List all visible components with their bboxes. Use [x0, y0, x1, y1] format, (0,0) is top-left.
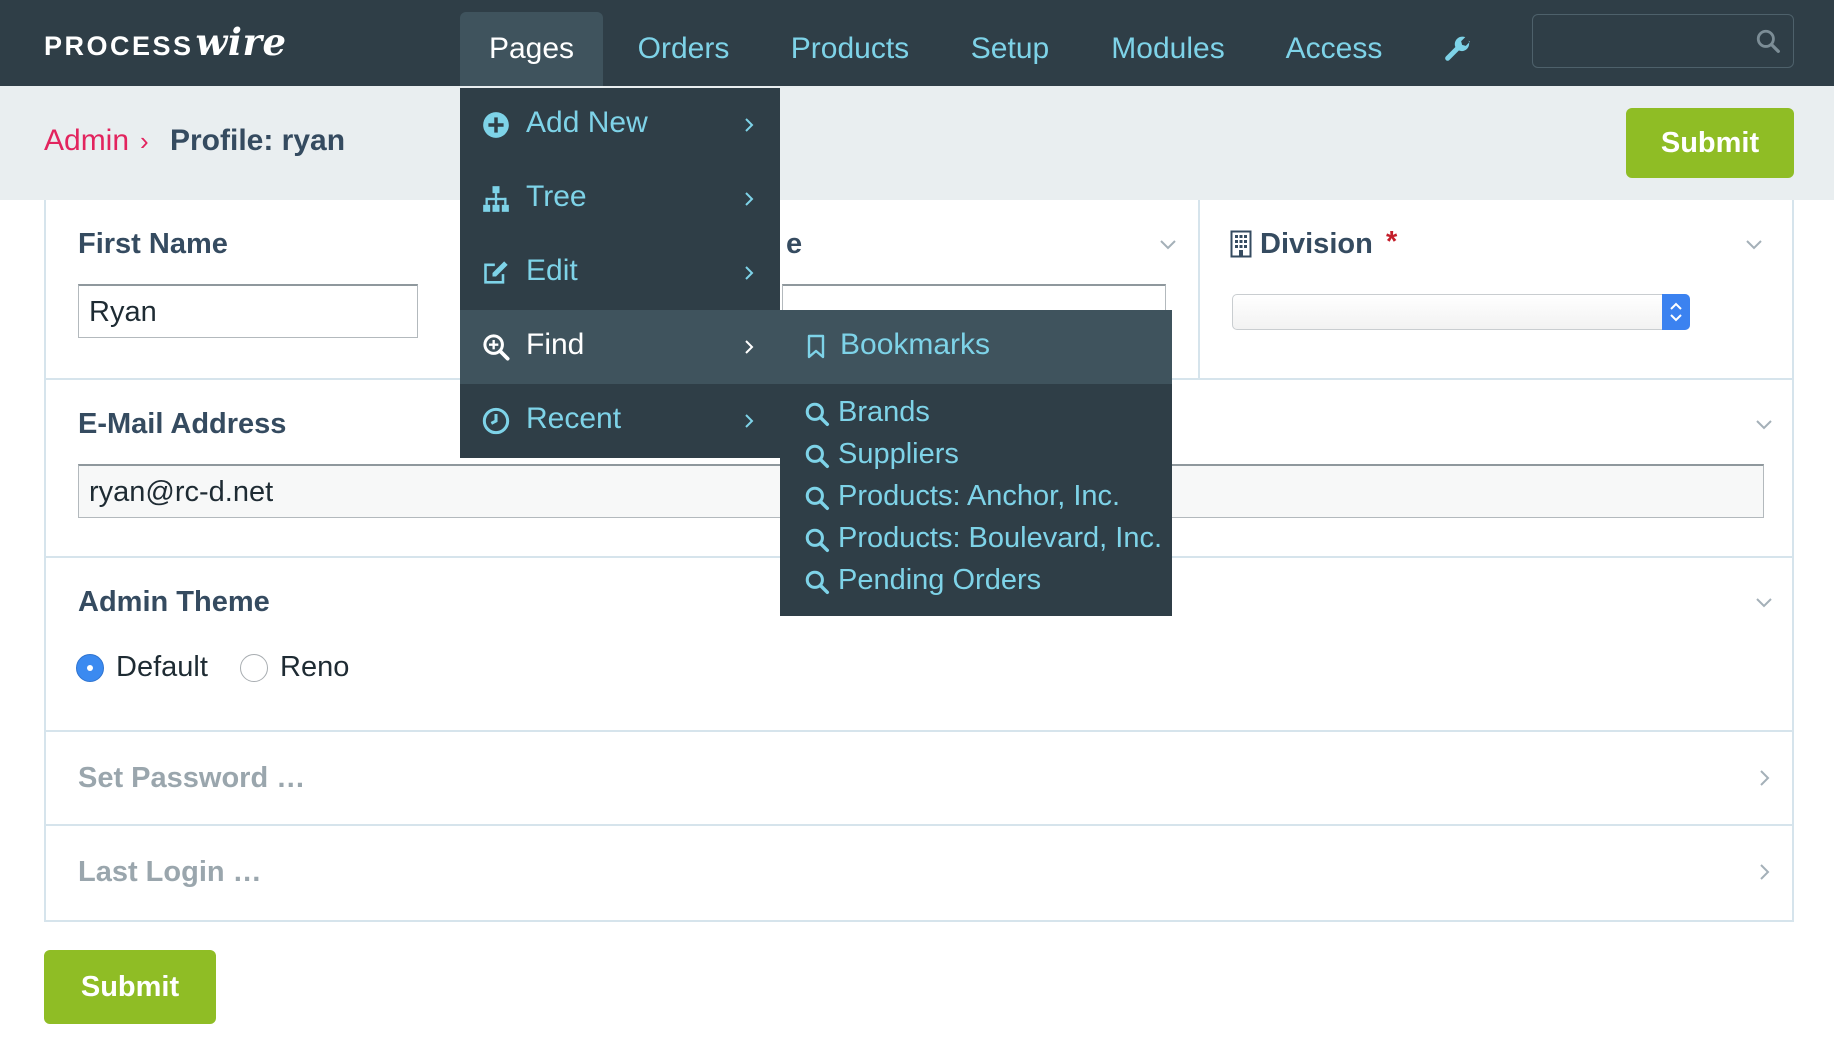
- submenu-item-label: Suppliers: [838, 438, 959, 470]
- logo-text-wire: wire: [195, 20, 287, 64]
- submenu-item-label: Brands: [838, 396, 930, 428]
- wrench-icon[interactable]: [1438, 12, 1478, 86]
- last-login-label[interactable]: Last Login …: [78, 856, 262, 889]
- submenu-item-label: Products: Anchor, Inc.: [838, 480, 1121, 512]
- search-input[interactable]: [1543, 23, 1743, 59]
- search-icon: [805, 486, 830, 511]
- search-icon[interactable]: [1755, 28, 1781, 59]
- nav-setup[interactable]: Setup: [960, 12, 1060, 86]
- admin-theme-label: Admin Theme: [78, 586, 270, 618]
- clock-icon: [482, 407, 510, 435]
- page-title: Profile: ryan: [170, 124, 346, 157]
- submenu-item[interactable]: Brands: [780, 392, 1172, 434]
- nav-pages[interactable]: Pages: [460, 12, 603, 86]
- division-label: Division: [1260, 228, 1373, 260]
- menu-item-tree[interactable]: Tree: [460, 162, 780, 236]
- radio-reno-label[interactable]: Reno: [280, 651, 349, 684]
- submenu-item[interactable]: Suppliers: [780, 434, 1172, 476]
- chevron-right-icon: [745, 266, 754, 280]
- plus-circle-icon: [483, 112, 509, 138]
- menu-item-edit[interactable]: Edit: [460, 236, 780, 310]
- radio-reno[interactable]: [240, 654, 268, 682]
- menu-item-recent[interactable]: Recent: [460, 384, 780, 458]
- breadcrumb-separator: ›: [140, 126, 149, 156]
- last-name-label: e: [786, 228, 803, 260]
- collapse-chevron-icon[interactable]: [1158, 234, 1178, 254]
- bookmark-icon: [807, 334, 825, 359]
- radio-default-label[interactable]: Default: [116, 651, 208, 684]
- nav-access[interactable]: Access: [1278, 12, 1390, 86]
- chevron-right-icon: [745, 340, 754, 354]
- menu-item-find[interactable]: Find: [460, 310, 780, 384]
- nav-products[interactable]: Products: [780, 12, 920, 86]
- menu-item-label: Add New: [526, 106, 648, 139]
- expand-chevron-icon[interactable]: [1754, 862, 1774, 882]
- radio-default[interactable]: [76, 654, 104, 682]
- submit-button-top[interactable]: Submit: [1626, 108, 1794, 178]
- search-icon: [805, 528, 830, 553]
- menu-item-label: Recent: [526, 402, 622, 435]
- collapse-chevron-icon[interactable]: [1744, 234, 1764, 254]
- column-divider: [1198, 200, 1200, 378]
- submenu-item[interactable]: Products: Anchor, Inc.: [780, 476, 1172, 518]
- building-icon: [1230, 230, 1252, 263]
- chevron-right-icon: [745, 118, 754, 132]
- search-plus-icon: [483, 334, 510, 361]
- chevron-right-icon: [745, 414, 754, 428]
- search-box[interactable]: [1532, 14, 1794, 68]
- select-arrows-icon[interactable]: [1662, 294, 1690, 330]
- division-select[interactable]: [1232, 294, 1690, 330]
- bookmarks-label: Bookmarks: [840, 328, 991, 361]
- email-label: E-Mail Address: [78, 408, 287, 440]
- submenu-item-label: Products: Boulevard, Inc.: [838, 522, 1162, 554]
- pages-dropdown-menu: Add New Tree Edit Find Recent: [460, 88, 780, 458]
- nav-orders[interactable]: Orders: [626, 12, 741, 86]
- first-name-field[interactable]: Ryan: [78, 284, 418, 338]
- search-icon: [805, 444, 830, 469]
- top-bar: PROCESS wire Pages Orders Products Setup…: [0, 0, 1834, 86]
- submit-button-bottom[interactable]: Submit: [44, 950, 216, 1024]
- menu-item-label: Tree: [526, 180, 587, 213]
- required-mark: *: [1386, 226, 1398, 258]
- processwire-logo[interactable]: PROCESS wire: [44, 20, 287, 66]
- breadcrumb-bar: Admin › Profile: ryan Submit: [0, 86, 1834, 200]
- logo-text-process: PROCESS: [44, 31, 194, 61]
- collapse-chevron-icon[interactable]: [1754, 592, 1774, 612]
- chevron-right-icon: [745, 192, 754, 206]
- submenu-item[interactable]: Pending Orders: [780, 560, 1172, 602]
- edit-icon: [484, 261, 508, 284]
- breadcrumb-admin-link[interactable]: Admin: [44, 124, 129, 158]
- sitemap-icon: [483, 186, 509, 212]
- submenu-item[interactable]: Products: Boulevard, Inc.: [780, 518, 1172, 560]
- submenu-item-label: Pending Orders: [838, 564, 1042, 596]
- menu-item-label: Find: [526, 328, 585, 361]
- nav-modules[interactable]: Modules: [1100, 12, 1236, 86]
- expand-chevron-icon[interactable]: [1754, 768, 1774, 788]
- last-login-row[interactable]: Last Login …: [46, 826, 1792, 920]
- set-password-label[interactable]: Set Password …: [78, 762, 305, 795]
- search-icon: [805, 402, 830, 427]
- collapse-chevron-icon[interactable]: [1754, 414, 1774, 434]
- search-icon: [805, 570, 830, 595]
- find-submenu: Bookmarks Brands Suppliers Products: Anc…: [780, 310, 1172, 616]
- submenu-bookmarks[interactable]: Bookmarks: [780, 310, 1172, 384]
- first-name-label: First Name: [78, 228, 228, 260]
- menu-item-label: Edit: [526, 254, 578, 287]
- menu-item-add-new[interactable]: Add New: [460, 88, 780, 162]
- set-password-row[interactable]: Set Password …: [46, 732, 1792, 826]
